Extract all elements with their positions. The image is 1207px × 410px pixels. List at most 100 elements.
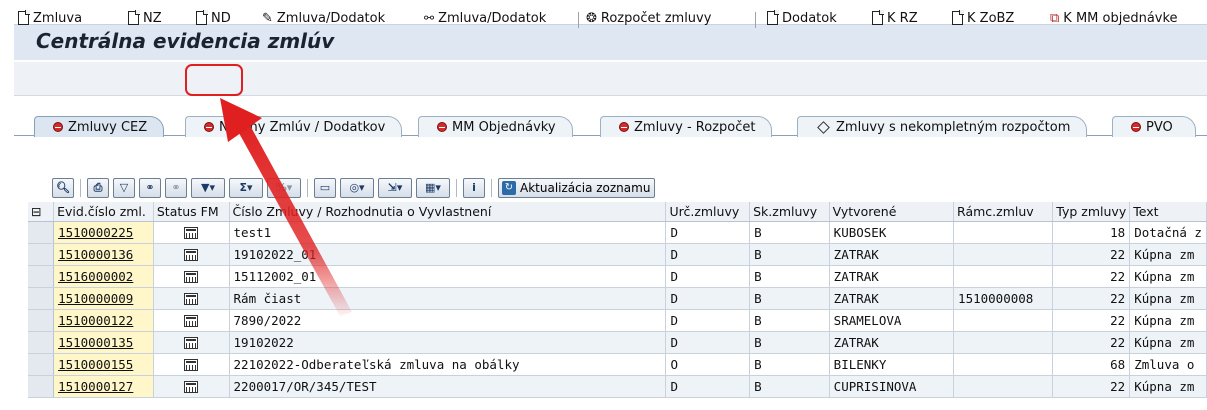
tab-mm-objednavky[interactable]: MM Objednávky — [418, 116, 573, 137]
sigma-icon: Σ▾ — [239, 181, 253, 194]
urc-zmluvy-cell: D — [665, 309, 751, 332]
zmluva-button[interactable]: Zmluva — [18, 7, 82, 29]
row-selector[interactable] — [28, 287, 55, 310]
table-row[interactable]: 1510000136 19102022_01 D B ZATRAK 22 Kúpna zm — [28, 243, 1207, 266]
cislo-zmluvy-cell: 2200017/OR/345/TEST — [229, 375, 667, 398]
calculator-icon — [184, 293, 199, 305]
nz-button[interactable]: NZ — [128, 7, 162, 29]
calculator-icon — [184, 271, 199, 283]
row-selector[interactable] — [28, 353, 55, 376]
zmluva-dodatok-display-button[interactable]: ⚯ Zmluva/Dodatok — [424, 7, 546, 29]
status-fm-cell — [153, 287, 230, 310]
evid-cislo-cell[interactable]: 1510000225 — [53, 221, 154, 244]
column-header[interactable]: Evid.číslo zml. — [53, 202, 154, 222]
export-button[interactable]: ⇲▾ — [378, 177, 412, 198]
calculator-icon — [184, 315, 199, 327]
evid-cislo-cell[interactable]: 1510000122 — [53, 309, 154, 332]
views-button[interactable]: ◎▾ — [340, 177, 374, 198]
table-row[interactable]: 1510000155 22102022-Odberateľská zmluva n… — [28, 353, 1207, 376]
tab-pvo[interactable]: PVO — [1112, 116, 1196, 137]
highlight-box — [185, 64, 243, 96]
dodatok-button[interactable]: Dodatok — [767, 7, 837, 29]
filter-button[interactable]: ▼▾ — [191, 177, 225, 198]
percent-icon: %▾ — [275, 181, 293, 194]
rozpocet-zmluvy-button[interactable]: ❂ Rozpočet zmluvy — [586, 7, 711, 29]
status-fm-cell — [153, 309, 230, 332]
sum-button[interactable]: Σ▾ — [229, 177, 263, 198]
alv-separator — [456, 178, 457, 197]
text-cell: Kúpna zm — [1129, 243, 1207, 266]
copy-document-icon: ⧉ — [1050, 10, 1060, 26]
pencil-icon: ✎ — [262, 10, 273, 26]
evid-cislo-cell[interactable]: 1510000136 — [53, 243, 154, 266]
row-selector[interactable] — [28, 243, 55, 266]
subtotal-button[interactable]: %▾ — [267, 177, 301, 198]
text-cell: Kúpna zm — [1129, 309, 1207, 332]
table-row[interactable]: 1510000135 19102022 D B ZATRAK 22 Kúpna zm — [28, 331, 1207, 354]
evid-cislo-cell[interactable]: 1510000127 — [53, 375, 154, 398]
new-document-icon — [952, 10, 964, 25]
select-all-header[interactable]: ⊟ — [28, 202, 55, 222]
column-header[interactable]: Vytvorené — [829, 202, 955, 222]
table-row[interactable]: 1516000002 15112002_01 D B ZATRAK 22 Kúpna zm — [28, 265, 1207, 288]
find-next-button[interactable]: ⚭ — [165, 177, 187, 198]
print-button[interactable]: ⎙ — [87, 177, 109, 198]
info-button[interactable]: i — [463, 177, 485, 198]
toolbar-separator — [755, 12, 756, 28]
k-mm-objednavke-button[interactable]: ⧉ K MM objednávke — [1050, 7, 1178, 29]
column-header[interactable]: Typ zmluvy — [1052, 202, 1131, 222]
row-selector[interactable] — [28, 221, 55, 244]
row-selector[interactable] — [28, 309, 55, 332]
status-fm-cell — [153, 265, 230, 288]
status-fm-cell — [153, 375, 230, 398]
ramc-zmluv-cell — [953, 353, 1054, 376]
vytvorene-cell: ZATRAK — [829, 287, 955, 310]
layout-button[interactable]: ▦▾ — [416, 177, 450, 198]
table-row[interactable]: 1510000127 2200017/OR/345/TEST D B CUPRISINO… — [28, 375, 1207, 398]
row-selector[interactable] — [28, 265, 55, 288]
table-row[interactable]: 1510000009 Rám čiast D B ZATRAK 1510000008 22 K… — [28, 287, 1207, 310]
status-fm-cell — [153, 243, 230, 266]
new-document-icon — [767, 10, 779, 25]
tab-zmluvy-rozpocet[interactable]: Zmluvy - Rozpočet — [600, 116, 773, 137]
k-rz-button[interactable]: K RZ — [872, 7, 918, 29]
grid-icon: ▦▾ — [425, 181, 441, 194]
find-button[interactable]: ⚭ — [139, 177, 161, 198]
print-preview-button[interactable]: ▭ — [314, 177, 336, 198]
k-zobz-button[interactable]: K ZoBZ — [952, 7, 1014, 29]
column-header[interactable]: Status FM — [153, 202, 230, 222]
cislo-zmluvy-cell: 19102022_01 — [229, 243, 667, 266]
nd-button[interactable]: ND — [196, 7, 231, 29]
tab-zmluvy-nekompletny-rozpocet[interactable]: Zmluvy s nekompletným rozpočtom — [797, 116, 1088, 137]
sk-zmluvy-cell: B — [749, 331, 830, 354]
column-header[interactable]: Urč.zmluvy — [665, 202, 751, 222]
typ-zmluvy-cell: 22 — [1052, 243, 1131, 266]
status-fm-cell — [153, 331, 230, 354]
row-selector[interactable] — [28, 331, 55, 354]
column-header[interactable]: Sk.zmluvy — [749, 202, 830, 222]
tab-navrhy-zmluv[interactable]: Návrhy Zmlúv / Dodatkov — [185, 116, 403, 137]
evid-cislo-cell[interactable]: 1510000155 — [53, 353, 154, 376]
column-header[interactable]: Rámc.zmluv — [953, 202, 1054, 222]
evid-cislo-cell[interactable]: 1510000009 — [53, 287, 154, 310]
column-header[interactable]: Číslo Zmluvy / Rozhodnutia o Vyvlastnení — [229, 202, 667, 222]
refresh-list-button[interactable]: ↻ Aktualizácia zoznamu — [498, 177, 656, 198]
details-button[interactable]: 🔍︎ — [52, 177, 74, 198]
cislo-zmluvy-cell: 7890/2022 — [229, 309, 667, 332]
zmluva-dodatok-edit-button[interactable]: ✎ Zmluva/Dodatok — [262, 7, 385, 29]
red-dot-icon — [1131, 122, 1141, 132]
tab-zmluvy-cez[interactable]: Zmluvy CEZ — [34, 116, 165, 137]
row-selector[interactable] — [28, 375, 55, 398]
evid-cislo-cell[interactable]: 1516000002 — [53, 265, 154, 288]
calculator-icon — [184, 381, 199, 393]
table-row[interactable]: 1510000122 7890/2022 D B SRAMELOVA 22 Kúpna zm — [28, 309, 1207, 332]
binoculars-next-icon: ⚭ — [171, 181, 181, 194]
calculator-icon — [184, 227, 199, 239]
status-fm-cell — [153, 221, 230, 244]
sort-button[interactable]: ▽ — [113, 177, 135, 198]
new-document-icon — [128, 10, 140, 25]
evid-cislo-cell[interactable]: 1510000135 — [53, 331, 154, 354]
table-row[interactable]: 1510000225 test1 D B KUBOSEK 18 Dotačná z — [28, 221, 1207, 244]
alv-toolbar: 🔍︎ ⎙ ▽ ⚭ ⚭ ▼▾ Σ▾ %▾ ▭ ◎▾ ⇲▾ ▦▾ i ↻ Aktual… — [52, 176, 656, 199]
column-header[interactable]: Text — [1129, 202, 1207, 222]
